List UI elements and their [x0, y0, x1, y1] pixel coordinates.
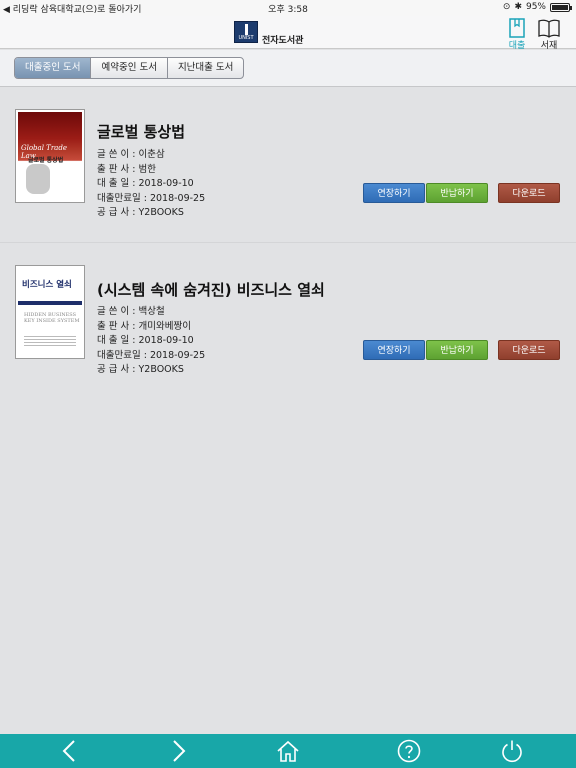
extend-button[interactable]: 연장하기: [363, 340, 425, 360]
book-cover[interactable]: Global Trade Law 글로벌 통상법: [15, 109, 85, 203]
list-item: Global Trade Law 글로벌 통상법 글로벌 통상법 글 쓴 이 :…: [0, 87, 576, 242]
nav-loan[interactable]: 대출: [504, 16, 530, 51]
status-bar: ◀ 리딩락 삼육대학교(으)로 돌아가기 오후 3:58 ⊙ ✱ 95%: [0, 0, 576, 16]
power-icon[interactable]: [500, 739, 524, 763]
tab-reservations[interactable]: 예약중인 도서: [91, 58, 168, 78]
book-icon: [509, 18, 525, 38]
home-icon[interactable]: [276, 739, 300, 763]
extend-button[interactable]: 연장하기: [363, 183, 425, 203]
return-button[interactable]: 반납하기: [426, 183, 488, 203]
battery-icon: [550, 2, 572, 12]
book-loan-date: 대 출 일 : 2018-09-10: [97, 178, 194, 189]
book-title: (시스템 속에 숨겨진) 비즈니스 열쇠: [97, 281, 325, 299]
open-book-icon: [538, 19, 560, 38]
book-publisher: 출 판 사 : 개미와베짱이: [97, 320, 191, 332]
help-icon[interactable]: [397, 739, 421, 763]
book-author: 글 쓴 이 : 이춘삼: [97, 149, 165, 160]
book-supplier: 공 급 사 : Y2BOOKS: [97, 364, 184, 375]
status-time: 오후 3:58: [268, 5, 308, 15]
library-logo: UNIST: [234, 21, 258, 43]
download-button[interactable]: 다운로드: [498, 183, 560, 203]
book-publisher: 출 판 사 : 범한: [97, 163, 156, 175]
cover-title-ko: 비즈니스 열쇠: [22, 280, 72, 290]
book-loan-date: 대 출 일 : 2018-09-10: [97, 335, 194, 346]
return-button[interactable]: 반납하기: [426, 340, 488, 360]
book-meta: 글 쓴 이 : 이춘삼 출 판 사 : 범한 대 출 일 : 2018-09-1…: [97, 148, 205, 221]
book-due-date: 대출만료일 : 2018-09-25: [97, 192, 206, 204]
book-due-date: 대출만료일 : 2018-09-25: [97, 349, 206, 361]
nav-shelf[interactable]: 서재: [536, 16, 562, 51]
page-title: 전자도서관: [262, 36, 304, 46]
status-right: ⊙ ✱ 95%: [502, 2, 572, 12]
book-meta: 글 쓴 이 : 백상철 출 판 사 : 개미와베짱이 대 출 일 : 2018-…: [97, 305, 205, 378]
download-button[interactable]: 다운로드: [498, 340, 560, 360]
book-title: 글로벌 통상법: [97, 123, 186, 141]
app-header: UNIST 전자도서관 대출 서재: [0, 16, 576, 51]
book-cover[interactable]: 비즈니스 열쇠 HIDDEN BUSINESS KEY INSIDE SYSTE…: [15, 265, 85, 359]
cover-text-lines: [24, 334, 76, 348]
book-author: 글 쓴 이 : 백상철: [97, 306, 165, 317]
cover-title-ko: 글로벌 통상법: [28, 157, 64, 164]
tab-current-loans[interactable]: 대출중인 도서: [15, 58, 92, 78]
tab-past-loans[interactable]: 지난대출 도서: [168, 58, 243, 78]
forward-icon[interactable]: [166, 739, 190, 763]
bluetooth-icon: ✱: [514, 2, 522, 12]
battery-percent: 95%: [525, 2, 546, 12]
back-icon[interactable]: [58, 739, 82, 763]
tabs-bar: 대출중인 도서 예약중인 도서 지난대출 도서: [0, 50, 576, 87]
book-supplier: 공 급 사 : Y2BOOKS: [97, 207, 184, 218]
bottom-toolbar: [0, 734, 576, 768]
cover-art: [26, 164, 50, 194]
cover-title-en: HIDDEN BUSINESS KEY INSIDE SYSTEM: [24, 312, 80, 324]
cover-band: [18, 301, 82, 305]
list-item: 비즈니스 열쇠 HIDDEN BUSINESS KEY INSIDE SYSTE…: [0, 242, 576, 397]
alarm-icon: ⊙: [502, 2, 511, 12]
segmented-tabs: 대출중인 도서 예약중인 도서 지난대출 도서: [14, 57, 245, 79]
